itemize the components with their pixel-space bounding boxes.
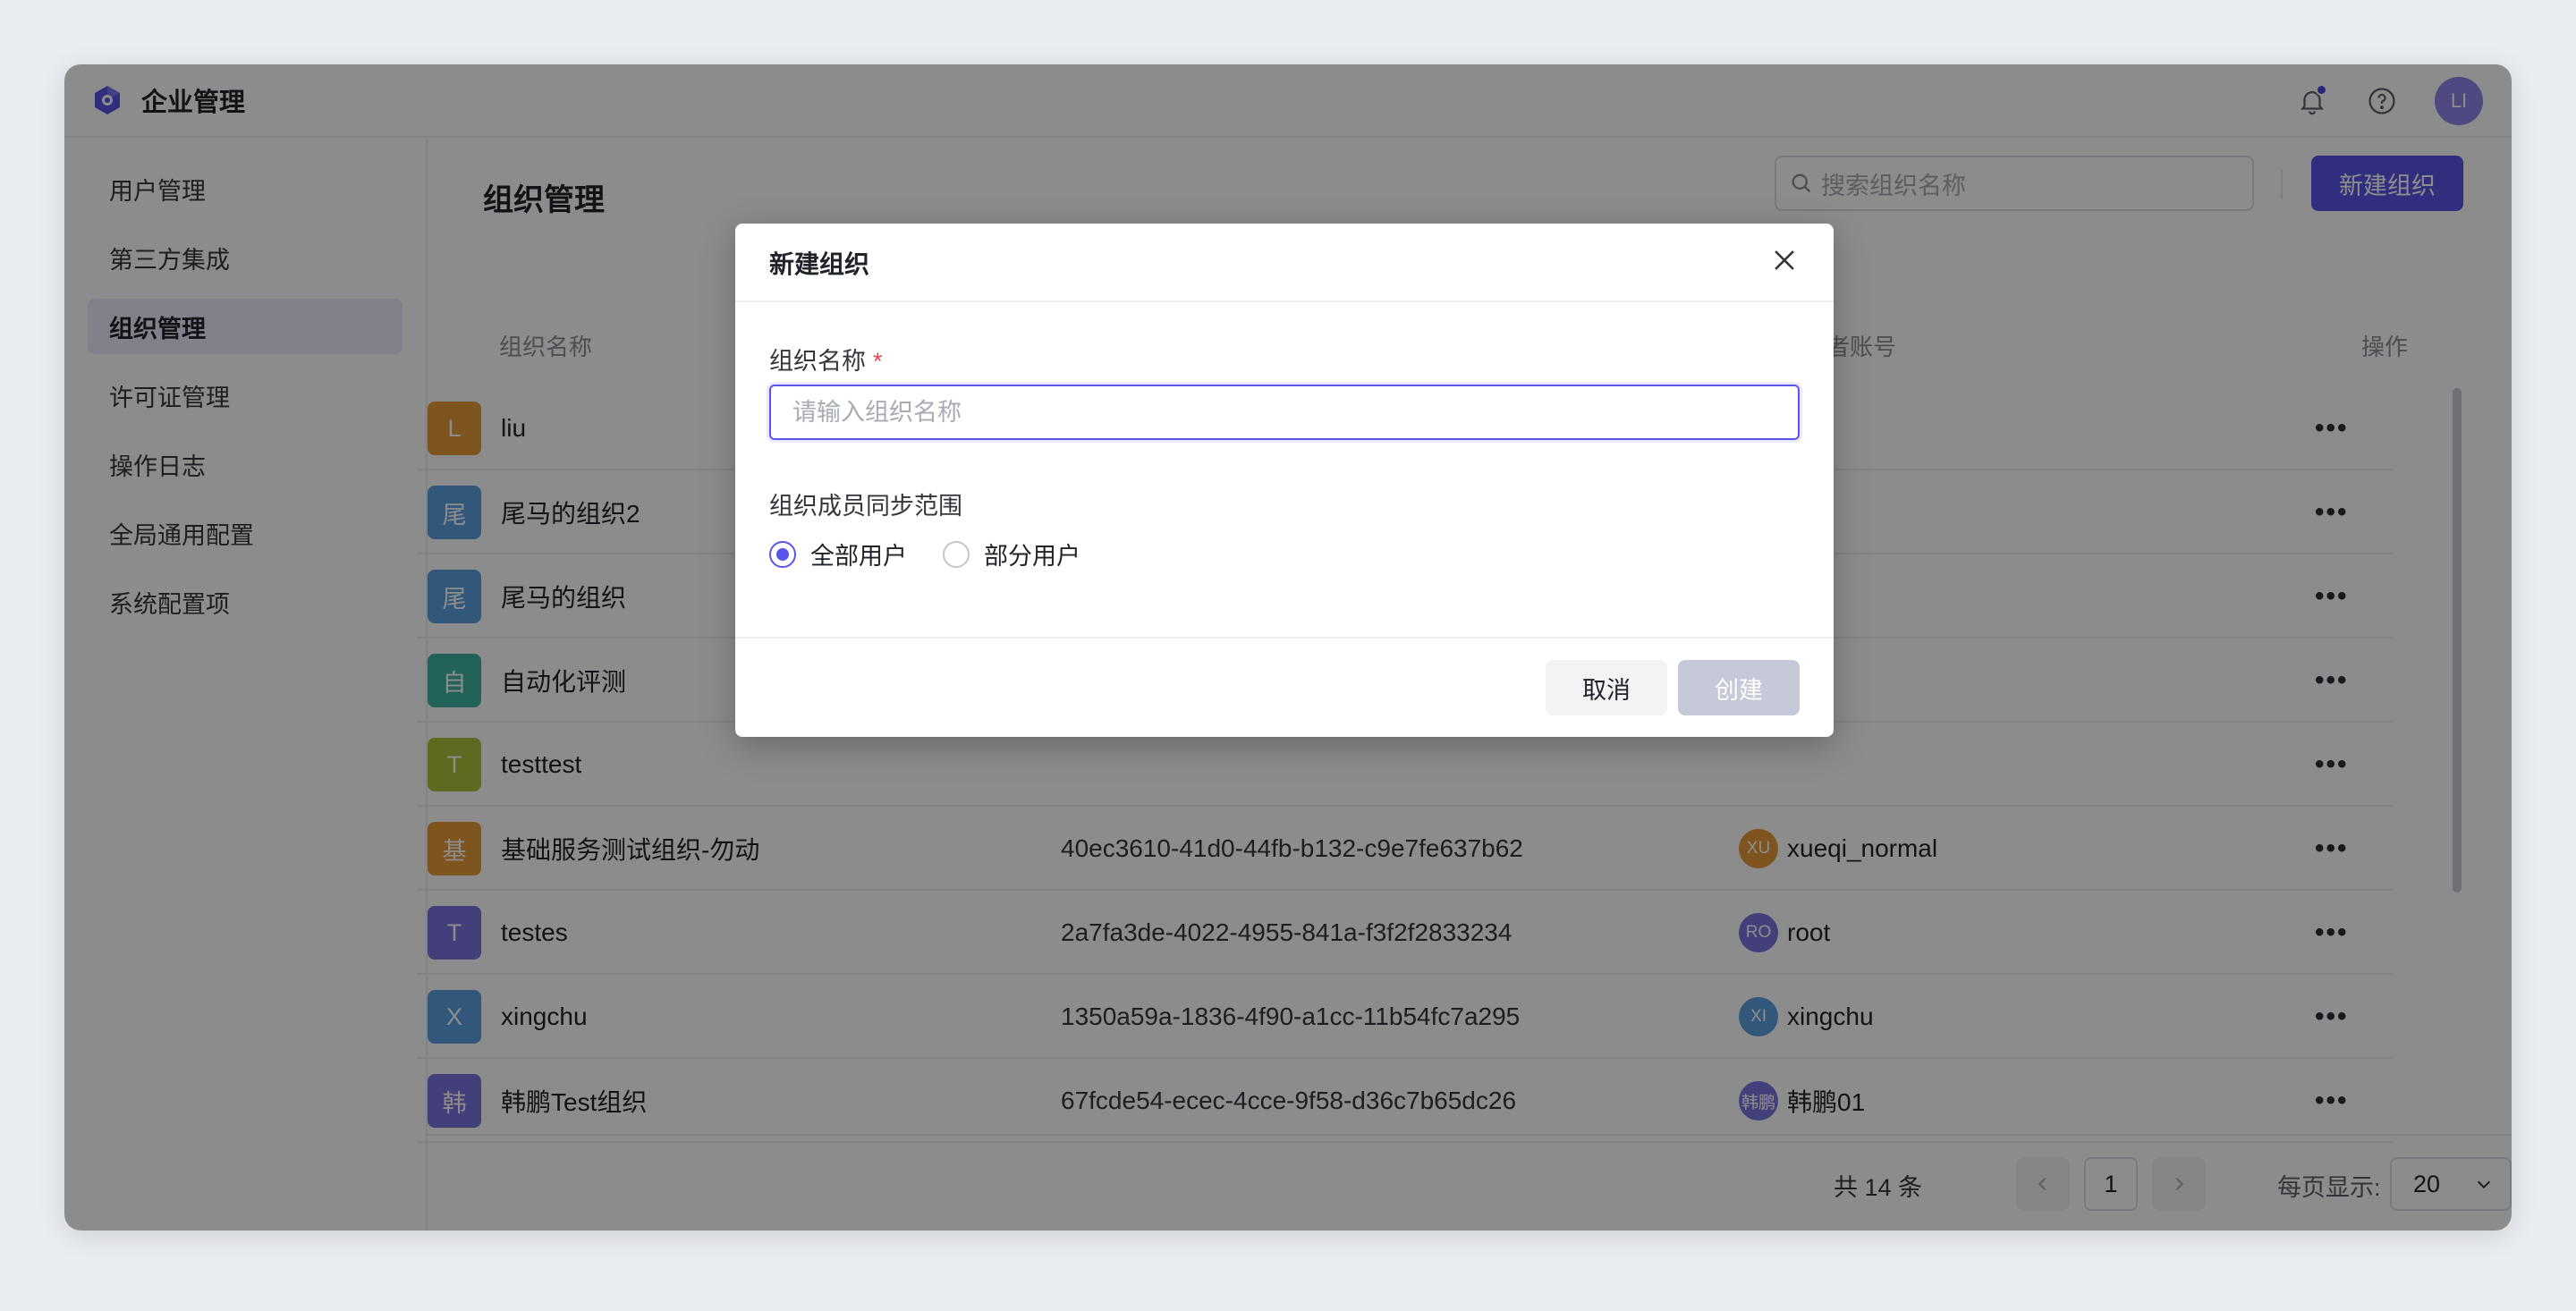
org-name-cell: Ttestes bbox=[428, 891, 568, 975]
table-row[interactable]: Ttestes 2a7fa3de-4022-4955-841a-f3f2f2833… bbox=[417, 891, 2394, 975]
owner-account: xueqi_normal bbox=[1787, 834, 1938, 862]
org-avatar: T bbox=[428, 738, 481, 791]
required-mark: * bbox=[873, 348, 883, 375]
owner-avatar: RO bbox=[1739, 913, 1778, 952]
org-name-cell: 基基础服务测试组织-勿动 bbox=[428, 807, 759, 891]
org-name-input[interactable] bbox=[769, 385, 1800, 440]
owner-cell: XI xingchu bbox=[1739, 975, 1874, 1059]
org-name[interactable]: xingchu bbox=[501, 1002, 588, 1031]
radio-partial-users[interactable] bbox=[943, 540, 970, 568]
owner-cell: RO root bbox=[1739, 891, 1830, 975]
org-name[interactable]: 基础服务测试组织-勿动 bbox=[501, 831, 759, 867]
more-actions-icon[interactable]: ••• bbox=[2315, 470, 2349, 554]
table-row[interactable]: 韩韩鹏Test组织 67fcde54-ecec-4cce-9f58-d36c7b6… bbox=[417, 1059, 2394, 1143]
new-organization-dialog: 新建组织 组织名称 * 组织成员同步范围 全部用户 部分用户 取消 创建 bbox=[735, 224, 1834, 737]
owner-cell: XU xueqi_normal bbox=[1739, 807, 1937, 891]
org-name-label-text: 组织名称 bbox=[769, 348, 866, 375]
more-actions-icon[interactable]: ••• bbox=[2315, 639, 2349, 723]
owner-account: xingchu bbox=[1787, 1002, 1874, 1030]
dialog-title: 新建组织 bbox=[769, 250, 870, 278]
org-avatar: 韩 bbox=[428, 1074, 481, 1128]
radio-all-users-label[interactable]: 全部用户 bbox=[810, 537, 907, 571]
more-actions-icon[interactable]: ••• bbox=[2315, 723, 2349, 807]
org-avatar: 尾 bbox=[428, 570, 481, 623]
owner-avatar: XI bbox=[1739, 997, 1778, 1036]
owner-avatar: 韩鹏 bbox=[1739, 1081, 1778, 1121]
org-avatar: L bbox=[428, 402, 481, 455]
org-avatar: 基 bbox=[428, 822, 481, 875]
more-actions-icon[interactable]: ••• bbox=[2315, 807, 2349, 891]
dialog-footer-divider bbox=[735, 637, 1834, 639]
org-avatar: X bbox=[428, 990, 481, 1044]
more-actions-icon[interactable]: ••• bbox=[2315, 1059, 2349, 1143]
org-name-cell: Lliu bbox=[428, 386, 526, 470]
org-id: 1350a59a-1836-4f90-a1cc-11b54fc7a295 bbox=[1061, 1002, 1521, 1030]
org-name-label: 组织名称 * bbox=[769, 342, 883, 376]
org-id: 2a7fa3de-4022-4955-841a-f3f2f2833234 bbox=[1061, 918, 1513, 946]
dialog-header-divider bbox=[735, 300, 1834, 302]
more-actions-icon[interactable]: ••• bbox=[2315, 891, 2349, 975]
org-avatar: 尾 bbox=[428, 486, 481, 539]
radio-partial-users-label[interactable]: 部分用户 bbox=[984, 537, 1080, 571]
more-actions-icon[interactable]: ••• bbox=[2315, 386, 2349, 470]
org-id: 67fcde54-ecec-4cce-9f58-d36c7b65dc26 bbox=[1061, 1087, 1517, 1114]
org-name[interactable]: 韩鹏Test组织 bbox=[501, 1083, 647, 1119]
table-row[interactable]: 基基础服务测试组织-勿动 40ec3610-41d0-44fb-b132-c9e7… bbox=[417, 807, 2394, 891]
sync-scope-radio-group: 全部用户 部分用户 bbox=[769, 537, 1080, 571]
org-name-cell: 韩韩鹏Test组织 bbox=[428, 1059, 647, 1143]
owner-account: root bbox=[1787, 918, 1831, 946]
org-id: 40ec3610-41d0-44fb-b132-c9e7fe637b62 bbox=[1061, 834, 1523, 862]
org-name[interactable]: 尾马的组织2 bbox=[501, 495, 640, 530]
close-icon[interactable] bbox=[1769, 245, 1800, 275]
org-name-cell: 自自动化评测 bbox=[428, 639, 626, 723]
org-name[interactable]: testes bbox=[501, 918, 568, 947]
more-actions-icon[interactable]: ••• bbox=[2315, 554, 2349, 639]
org-name-cell: 尾尾马的组织 bbox=[428, 554, 626, 639]
owner-account: 韩鹏01 bbox=[1787, 1088, 1866, 1116]
create-button[interactable]: 创建 bbox=[1678, 660, 1800, 715]
more-actions-icon[interactable]: ••• bbox=[2315, 975, 2349, 1059]
org-name[interactable]: liu bbox=[501, 414, 526, 443]
org-avatar: T bbox=[428, 906, 481, 960]
org-name[interactable]: 自动化评测 bbox=[501, 663, 626, 698]
cancel-button[interactable]: 取消 bbox=[1546, 660, 1667, 715]
owner-avatar: XU bbox=[1739, 829, 1778, 868]
org-name-cell: Ttesttest bbox=[428, 723, 581, 807]
org-name-cell: Xxingchu bbox=[428, 975, 588, 1059]
sync-scope-label: 组织成员同步范围 bbox=[769, 493, 962, 520]
owner-cell: 韩鹏 韩鹏01 bbox=[1739, 1059, 1865, 1143]
org-name[interactable]: 尾马的组织 bbox=[501, 579, 626, 614]
org-name[interactable]: testtest bbox=[501, 750, 581, 779]
org-avatar: 自 bbox=[428, 654, 481, 707]
radio-all-users[interactable] bbox=[769, 540, 796, 568]
org-name-cell: 尾尾马的组织2 bbox=[428, 470, 640, 554]
table-row[interactable]: Xxingchu 1350a59a-1836-4f90-a1cc-11b54fc7… bbox=[417, 975, 2394, 1059]
